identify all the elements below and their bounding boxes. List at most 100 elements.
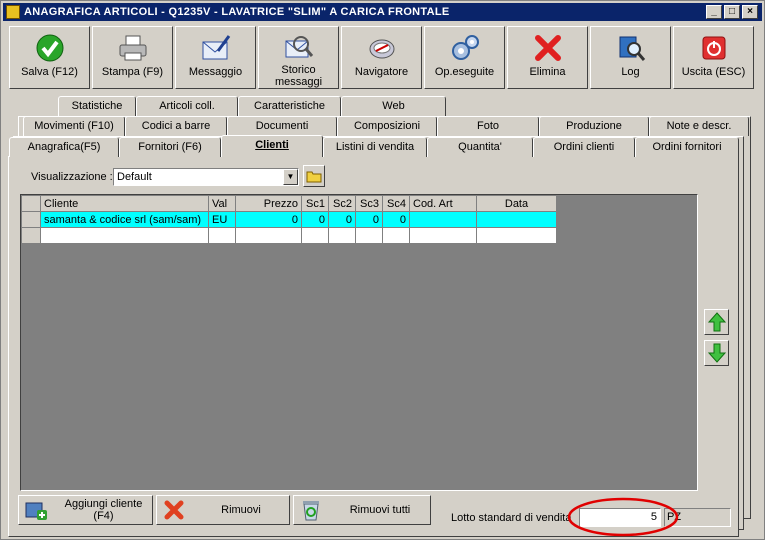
row-indicator-header: [21, 195, 41, 212]
delete-x-icon: [532, 33, 564, 63]
maximize-button[interactable]: □: [724, 5, 740, 19]
lotto-label: Lotto standard di vendita: [451, 512, 572, 524]
message-icon: [200, 33, 232, 63]
operations-button[interactable]: Op.eseguite: [424, 26, 505, 89]
cell-sc3[interactable]: 0: [355, 211, 383, 228]
navigator-label: Navigatore: [354, 66, 409, 78]
remove-button[interactable]: Rimuovi: [156, 495, 290, 525]
cell-prezzo[interactable]: [235, 227, 302, 244]
log-button[interactable]: Log: [590, 26, 671, 89]
col-sc1[interactable]: Sc1: [301, 195, 329, 212]
tab-web[interactable]: Web: [341, 96, 446, 116]
remove-all-label: Rimuovi tutti: [349, 504, 411, 516]
exit-button[interactable]: Uscita (ESC): [673, 26, 754, 89]
cell-sc4[interactable]: 0: [382, 211, 410, 228]
tab-movimenti[interactable]: Movimenti (F10): [23, 116, 125, 136]
table-header-row: Cliente Val Prezzo Sc1 Sc2 Sc3 Sc4 Cod. …: [21, 195, 557, 212]
add-client-icon: [23, 498, 49, 522]
save-button[interactable]: Salva (F12): [9, 26, 90, 89]
cell-sc1[interactable]: [301, 227, 329, 244]
printer-icon: [117, 33, 149, 63]
tab-foto[interactable]: Foto: [437, 116, 539, 136]
table-row[interactable]: [21, 227, 557, 244]
app-icon: [6, 5, 20, 19]
tab-composizioni[interactable]: Composizioni: [337, 116, 437, 136]
message-label: Messaggio: [188, 66, 243, 78]
remove-all-button[interactable]: Rimuovi tutti: [293, 495, 431, 525]
tab-ordini-clienti[interactable]: Ordini clienti: [533, 137, 635, 157]
cell-cod-art[interactable]: [409, 227, 477, 244]
cell-data[interactable]: [476, 211, 557, 228]
col-prezzo[interactable]: Prezzo: [235, 195, 302, 212]
col-cod-art[interactable]: Cod. Art: [409, 195, 477, 212]
cell-val[interactable]: EU: [208, 211, 236, 228]
message-button[interactable]: Messaggio: [175, 26, 256, 89]
cell-val[interactable]: [208, 227, 236, 244]
tab-codici-a-barre[interactable]: Codici a barre: [125, 116, 227, 136]
app-window: ANAGRAFICA ARTICOLI - Q1235V - LAVATRICE…: [0, 0, 765, 540]
folder-icon: [306, 171, 322, 183]
view-label: Visualizzazione :: [31, 171, 113, 183]
folder-button[interactable]: [303, 165, 325, 187]
cell-data[interactable]: [476, 227, 557, 244]
col-sc3[interactable]: Sc3: [355, 195, 383, 212]
minimize-button[interactable]: _: [706, 5, 722, 19]
cell-sc2[interactable]: 0: [328, 211, 356, 228]
col-sc2[interactable]: Sc2: [328, 195, 356, 212]
col-val[interactable]: Val: [208, 195, 236, 212]
delete-button[interactable]: Elimina: [507, 26, 588, 89]
log-label: Log: [621, 66, 640, 78]
tab-quantita[interactable]: Quantita': [427, 137, 533, 157]
cell-sc4[interactable]: [382, 227, 410, 244]
close-button[interactable]: ×: [742, 5, 758, 19]
exit-label: Uscita (ESC): [681, 66, 746, 78]
cell-cliente[interactable]: [40, 227, 209, 244]
tab-articoli-coll[interactable]: Articoli coll.: [136, 96, 238, 116]
dropdown-arrow-icon[interactable]: ▼: [283, 169, 298, 185]
table-row[interactable]: samanta & codice srl (sam/sam) EU 0 0 0 …: [21, 211, 557, 228]
tab-caratteristiche[interactable]: Caratteristiche: [238, 96, 341, 116]
clients-grid[interactable]: Cliente Val Prezzo Sc1 Sc2 Sc3 Sc4 Cod. …: [20, 194, 698, 491]
compass-icon: [366, 33, 398, 63]
operations-label: Op.eseguite: [434, 66, 495, 78]
cell-sc1[interactable]: 0: [301, 211, 329, 228]
tab-note-e-descr[interactable]: Note e descr.: [649, 116, 749, 136]
log-search-icon: [615, 33, 647, 63]
highlight-circle: [567, 497, 679, 537]
title-bar[interactable]: ANAGRAFICA ARTICOLI - Q1235V - LAVATRICE…: [3, 3, 762, 21]
clients-table: Cliente Val Prezzo Sc1 Sc2 Sc3 Sc4 Cod. …: [21, 195, 557, 244]
col-data[interactable]: Data: [476, 195, 557, 212]
cell-cliente[interactable]: samanta & codice srl (sam/sam): [40, 211, 209, 228]
message-history-button[interactable]: Storico messaggi: [258, 26, 339, 89]
col-cliente[interactable]: Cliente: [40, 195, 209, 212]
add-client-button[interactable]: Aggiungi cliente (F4): [18, 495, 153, 525]
remove-x-icon: [161, 498, 187, 522]
cell-sc2[interactable]: [328, 227, 356, 244]
save-label: Salva (F12): [21, 66, 78, 78]
move-down-button[interactable]: [704, 340, 729, 366]
cell-sc3[interactable]: [355, 227, 383, 244]
arrow-up-icon: [707, 312, 726, 332]
cell-cod-art[interactable]: [409, 211, 477, 228]
tab-produzione[interactable]: Produzione: [539, 116, 649, 136]
col-sc4[interactable]: Sc4: [382, 195, 410, 212]
navigator-button[interactable]: Navigatore: [341, 26, 422, 89]
move-up-button[interactable]: [704, 309, 729, 335]
power-icon: [698, 33, 730, 63]
add-client-label: Aggiungi cliente (F4): [64, 498, 143, 522]
tab-statistiche[interactable]: Statistiche: [58, 96, 136, 116]
message-history-label: Storico messaggi: [274, 64, 323, 88]
cell-prezzo[interactable]: 0: [235, 211, 302, 228]
tab-ordini-fornitori[interactable]: Ordini fornitori: [635, 137, 739, 157]
tab-anagrafica[interactable]: Anagrafica(F5): [9, 137, 119, 157]
tab-clienti[interactable]: Clienti: [221, 135, 323, 157]
delete-label: Elimina: [529, 66, 566, 78]
print-label: Stampa (F9): [101, 66, 164, 78]
row-indicator[interactable]: [21, 227, 41, 244]
view-select[interactable]: Default ▼: [113, 168, 299, 186]
tab-documenti[interactable]: Documenti: [227, 116, 337, 136]
print-button[interactable]: Stampa (F9): [92, 26, 173, 89]
tab-listini-di-vendita[interactable]: Listini di vendita: [323, 137, 427, 157]
row-indicator[interactable]: [21, 211, 41, 228]
tab-fornitori[interactable]: Fornitori (F6): [119, 137, 221, 157]
